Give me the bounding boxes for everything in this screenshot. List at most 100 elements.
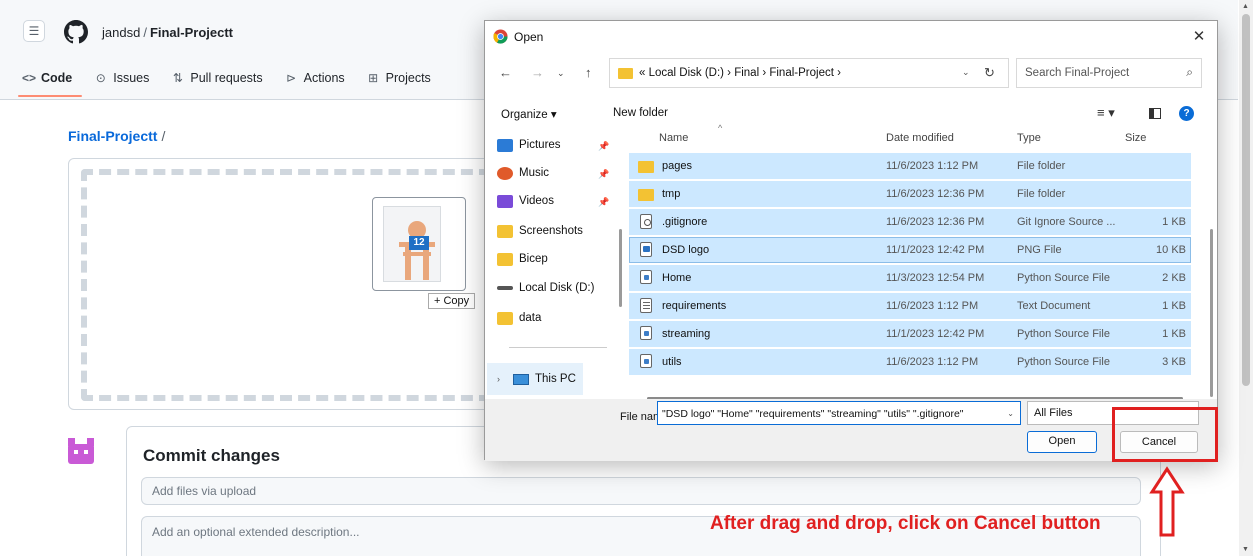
file-row[interactable]: utils 11/6/2023 1:12 PM Python Source Fi… [629, 349, 1191, 375]
tab-pull-requests[interactable]: ⇅ Pull requests [171, 68, 272, 88]
close-icon[interactable]: ✕ [1189, 27, 1209, 47]
file-row[interactable]: Home 11/3/2023 12:54 PM Python Source Fi… [629, 265, 1191, 291]
image-file-icon [640, 242, 652, 257]
file-name: utils [662, 356, 682, 368]
open-file-dialog: Open ✕ ← → ⌄ ↑ « Local Disk (D:) › Final… [484, 20, 1219, 461]
recent-locations-icon[interactable]: ⌄ [557, 68, 565, 79]
tab-projects[interactable]: ⊞ Projects [367, 68, 441, 88]
code-icon: <> [22, 71, 37, 85]
copy-tooltip: + Copy [428, 293, 476, 309]
chevron-down-icon[interactable]: ⌄ [962, 67, 970, 78]
file-row[interactable]: pages 11/6/2023 1:12 PM File folder [629, 153, 1191, 179]
avatar [68, 438, 94, 464]
address-path[interactable]: « Local Disk (D:) › Final › Final-Projec… [639, 67, 841, 79]
file-size: 10 KB [1156, 244, 1186, 256]
file-name-input[interactable]: "DSD logo" "Home" "requirements" "stream… [657, 401, 1021, 425]
nav-item-label: This PC [535, 373, 576, 385]
file-size: 3 KB [1162, 356, 1186, 368]
column-header-date[interactable]: Date modified [886, 132, 954, 144]
column-header-name[interactable]: Name [659, 132, 688, 144]
nav-item-label: Videos [519, 195, 554, 207]
file-row[interactable]: DSD logo 11/1/2023 12:42 PM PNG File 10 … [629, 237, 1191, 263]
dialog-navbar: ← → ⌄ ↑ « Local Disk (D:) › Final › Fina… [485, 57, 1217, 91]
folder-icon [497, 224, 513, 238]
file-date: 11/6/2023 1:12 PM [886, 160, 979, 172]
music-icon [497, 166, 513, 180]
chevron-down-icon[interactable]: ⌄ [1007, 409, 1014, 418]
nav-item-data[interactable]: data [497, 308, 541, 328]
pull-request-icon: ⇅ [172, 71, 183, 85]
breadcrumb-separator: / [161, 128, 166, 144]
nav-item-this-pc[interactable]: › This PC [487, 363, 583, 395]
file-type: Python Source File [1017, 356, 1110, 368]
back-icon[interactable]: ← [499, 65, 512, 80]
tab-actions[interactable]: ⊳ Actions [285, 68, 355, 88]
nav-item-music[interactable]: Music [497, 163, 549, 183]
page-scroll-thumb[interactable] [1242, 14, 1250, 386]
new-folder-button[interactable]: New folder [613, 107, 668, 119]
tab-code-label: Code [41, 71, 73, 85]
table-icon: ⊞ [368, 71, 379, 85]
forward-icon[interactable]: → [531, 65, 544, 80]
open-button[interactable]: Open [1027, 431, 1097, 453]
scroll-up-icon[interactable]: ▲ [1242, 3, 1249, 10]
view-menu-icon[interactable]: ≡ ▾ [1097, 105, 1115, 121]
address-bar[interactable]: « Local Disk (D:) › Final › Final-Projec… [609, 58, 1009, 88]
search-placeholder: Search Final-Project [1025, 67, 1130, 79]
file-name: DSD logo [662, 244, 710, 256]
help-icon[interactable]: ? [1179, 106, 1194, 121]
organize-menu[interactable]: Organize ▾ [501, 107, 557, 121]
repo-path: jandsd / Final-Projectt [102, 25, 234, 40]
column-header-size[interactable]: Size [1125, 132, 1146, 144]
tab-code[interactable]: <> Code [22, 68, 82, 88]
search-input[interactable]: Search Final-Project ⌕ [1016, 58, 1202, 88]
page-scrollbar[interactable]: ▲ ▼ [1239, 0, 1253, 556]
breadcrumb-repo-link[interactable]: Final-Projectt [68, 128, 157, 144]
nav-item-videos[interactable]: Videos [497, 191, 554, 211]
preview-pane-icon[interactable] [1149, 108, 1161, 119]
up-folder-icon[interactable]: ↑ [585, 65, 592, 80]
file-date: 11/6/2023 1:12 PM [886, 300, 979, 312]
file-type: File folder [1017, 188, 1066, 200]
file-name: .gitignore [662, 216, 708, 228]
pin-icon: 📌 [598, 197, 610, 207]
file-row[interactable]: requirements 11/6/2023 1:12 PM Text Docu… [629, 293, 1191, 319]
computer-icon [513, 373, 529, 385]
file-row[interactable]: tmp 11/6/2023 12:36 PM File folder [629, 181, 1191, 207]
tab-issues[interactable]: ⊙ Issues [94, 68, 159, 88]
dialog-footer: File name: "DSD logo" "Home" "requiremen… [485, 399, 1217, 461]
tab-issues-label: Issues [113, 71, 150, 85]
repo-owner-link[interactable]: jandsd [102, 25, 140, 40]
nav-item-label: data [519, 312, 542, 324]
arrow-up-icon [1149, 466, 1185, 537]
repo-name-link[interactable]: Final-Projectt [150, 25, 233, 40]
nav-pane-scrollbar[interactable] [619, 229, 622, 307]
chevron-right-icon[interactable]: › [497, 374, 507, 384]
file-name: streaming [662, 328, 711, 340]
file-row[interactable]: streaming 11/1/2023 12:42 PM Python Sour… [629, 321, 1191, 347]
commit-summary-input[interactable]: Add files via upload [141, 477, 1141, 505]
column-header-type[interactable]: Type [1017, 132, 1041, 144]
file-size: 1 KB [1162, 328, 1186, 340]
github-logo-icon[interactable] [64, 20, 88, 44]
scroll-down-icon[interactable]: ▼ [1242, 546, 1249, 553]
nav-item-screenshots[interactable]: Screenshots [497, 221, 583, 241]
tab-actions-label: Actions [303, 71, 345, 85]
refresh-icon[interactable]: ↻ [984, 65, 995, 81]
menu-icon[interactable]: ☰ [23, 20, 45, 42]
nav-item-local-disk[interactable]: Local Disk (D:) [497, 278, 594, 298]
nav-divider [509, 347, 607, 348]
file-row[interactable]: .gitignore 11/6/2023 12:36 PM Git Ignore… [629, 209, 1191, 235]
gitignore-file-icon [640, 214, 652, 229]
file-date: 11/6/2023 1:12 PM [886, 356, 979, 368]
file-type: Git Ignore Source ... [1017, 216, 1116, 228]
videos-icon [497, 194, 513, 208]
file-list: Name ^ Date modified Type Size pages 11/… [627, 123, 1219, 400]
text-file-icon [640, 298, 652, 313]
folder-icon [638, 161, 654, 173]
nav-item-pictures[interactable]: Pictures [497, 135, 561, 155]
file-type: PNG File [1017, 244, 1062, 256]
file-date: 11/6/2023 12:36 PM [886, 188, 985, 200]
file-list-vertical-scrollbar[interactable] [1210, 229, 1213, 397]
nav-item-bicep[interactable]: Bicep [497, 249, 548, 269]
